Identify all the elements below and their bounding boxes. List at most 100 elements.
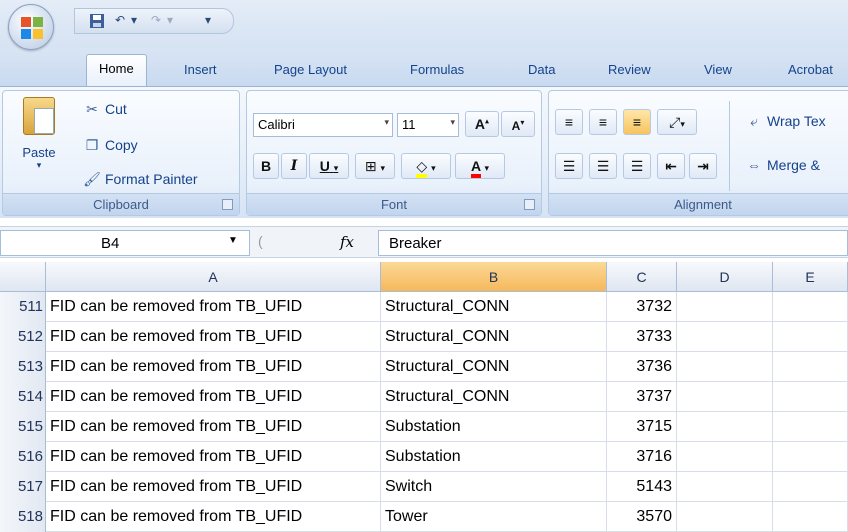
align-right-button[interactable]: ☰ [623, 153, 651, 179]
orientation-button[interactable]: ⤢▾ [657, 109, 697, 135]
formula-input[interactable]: Breaker [378, 230, 848, 256]
column-header-b[interactable]: B [381, 262, 607, 292]
cell-e[interactable] [773, 292, 848, 322]
format-painter-button[interactable]: 🖌 Format Painter [83, 171, 197, 188]
cell-e[interactable] [773, 502, 848, 532]
cell-d[interactable] [677, 442, 773, 472]
cell-b[interactable]: Tower [381, 502, 607, 532]
cell-c[interactable]: 3736 [607, 352, 677, 382]
cell-c[interactable]: 3715 [607, 412, 677, 442]
paste-dropdown-icon[interactable]: ▾ [11, 160, 67, 171]
borders-dropdown-icon[interactable]: ▾ [381, 163, 386, 173]
select-all-corner[interactable] [0, 262, 46, 292]
row-header[interactable]: 515 [0, 412, 46, 442]
row-header[interactable]: 511 [0, 292, 46, 322]
cell-b[interactable]: Switch [381, 472, 607, 502]
column-header-d[interactable]: D [677, 262, 773, 292]
cell-c[interactable]: 3716 [607, 442, 677, 472]
column-header-a[interactable]: A [46, 262, 381, 292]
undo-dropdown-icon[interactable]: ▾ [131, 13, 137, 31]
cell-b[interactable]: Structural_CONN [381, 382, 607, 412]
tab-formulas[interactable]: Formulas [410, 62, 464, 77]
tab-data[interactable]: Data [528, 62, 555, 77]
row-header[interactable]: 513 [0, 352, 46, 382]
cell-e[interactable] [773, 412, 848, 442]
cell-d[interactable] [677, 352, 773, 382]
tab-page-layout[interactable]: Page Layout [274, 62, 347, 77]
tab-view[interactable]: View [704, 62, 732, 77]
bold-button[interactable]: B [253, 153, 279, 179]
office-button[interactable] [8, 4, 54, 50]
fill-color-dropdown-icon[interactable]: ▾ [431, 163, 436, 173]
copy-button[interactable]: ❐ Copy [83, 137, 138, 154]
cell-e[interactable] [773, 472, 848, 502]
cell-d[interactable] [677, 292, 773, 322]
row-header[interactable]: 516 [0, 442, 46, 472]
fill-color-button[interactable]: ◇ ▾ [401, 153, 451, 179]
cell-a[interactable]: FID can be removed from TB_UFID [46, 412, 381, 442]
column-header-c[interactable]: C [607, 262, 677, 292]
borders-button[interactable]: ⊞ ▾ [355, 153, 395, 179]
undo-icon[interactable]: ↶ [115, 13, 125, 31]
grow-font-button[interactable]: A▴ [465, 111, 499, 137]
row-header[interactable]: 512 [0, 322, 46, 352]
merge-center-button[interactable]: ⇔ Merge & [745, 157, 820, 173]
cell-a[interactable]: FID can be removed from TB_UFID [46, 322, 381, 352]
paste-button[interactable]: Paste ▾ [11, 97, 67, 171]
tab-review[interactable]: Review [608, 62, 651, 77]
cell-a[interactable]: FID can be removed from TB_UFID [46, 292, 381, 322]
redo-dropdown-icon[interactable]: ▾ [167, 13, 173, 31]
tab-home[interactable]: Home [86, 54, 147, 87]
cell-d[interactable] [677, 382, 773, 412]
align-bottom-button[interactable]: ≡ [623, 109, 651, 135]
cell-b[interactable]: Substation [381, 412, 607, 442]
font-color-dropdown-icon[interactable]: ▾ [484, 163, 489, 173]
cell-d[interactable] [677, 472, 773, 502]
cell-b[interactable]: Substation [381, 442, 607, 472]
cell-e[interactable] [773, 442, 848, 472]
align-center-button[interactable]: ☰ [589, 153, 617, 179]
tab-acrobat[interactable]: Acrobat [788, 62, 833, 77]
customize-icon[interactable]: ▾ [205, 13, 211, 31]
redo-icon[interactable]: ↷ [151, 13, 161, 31]
cell-e[interactable] [773, 352, 848, 382]
cell-e[interactable] [773, 322, 848, 352]
cell-a[interactable]: FID can be removed from TB_UFID [46, 502, 381, 532]
formula-bar-grip-icon[interactable]: ( [258, 233, 263, 249]
row-header[interactable]: 518 [0, 502, 46, 532]
align-top-button[interactable]: ≡ [555, 109, 583, 135]
cut-button[interactable]: ✂ Cut [83, 101, 127, 118]
font-name-combo[interactable]: Calibri ▾ [253, 113, 393, 137]
font-color-button[interactable]: A ▾ [455, 153, 505, 179]
name-box-dropdown-icon[interactable]: ▼ [228, 235, 238, 246]
column-header-e[interactable]: E [773, 262, 848, 292]
insert-function-icon[interactable]: fx [340, 233, 354, 251]
clipboard-dialog-launcher[interactable] [222, 199, 233, 210]
row-header[interactable]: 517 [0, 472, 46, 502]
underline-dropdown-icon[interactable]: ▾ [334, 163, 339, 173]
save-icon[interactable] [89, 13, 105, 31]
tab-insert[interactable]: Insert [184, 62, 217, 77]
cell-a[interactable]: FID can be removed from TB_UFID [46, 472, 381, 502]
align-left-button[interactable]: ☰ [555, 153, 583, 179]
font-size-dropdown-icon[interactable]: ▾ [450, 117, 455, 128]
name-box[interactable]: B4 [0, 230, 250, 256]
cell-a[interactable]: FID can be removed from TB_UFID [46, 352, 381, 382]
cell-b[interactable]: Structural_CONN [381, 322, 607, 352]
cell-c[interactable]: 3733 [607, 322, 677, 352]
shrink-font-button[interactable]: A▾ [501, 111, 535, 137]
font-size-combo[interactable]: 11 ▾ [397, 113, 459, 137]
wrap-text-button[interactable]: ⤶ Wrap Tex [745, 113, 826, 130]
cell-a[interactable]: FID can be removed from TB_UFID [46, 382, 381, 412]
cell-d[interactable] [677, 412, 773, 442]
cell-c[interactable]: 5143 [607, 472, 677, 502]
cell-e[interactable] [773, 382, 848, 412]
row-header[interactable]: 514 [0, 382, 46, 412]
orientation-dropdown-icon[interactable]: ▾ [680, 119, 685, 129]
align-middle-button[interactable]: ≡ [589, 109, 617, 135]
font-dialog-launcher[interactable] [524, 199, 535, 210]
cell-b[interactable]: Structural_CONN [381, 292, 607, 322]
italic-button[interactable]: I [281, 153, 307, 179]
font-name-dropdown-icon[interactable]: ▾ [384, 117, 389, 128]
cell-c[interactable]: 3732 [607, 292, 677, 322]
